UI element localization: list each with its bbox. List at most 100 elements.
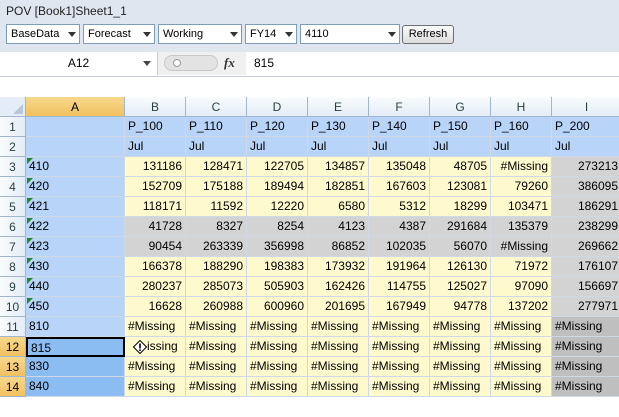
cell-c11[interactable]: #Missing: [186, 317, 247, 337]
cell-e2[interactable]: Jul: [308, 137, 369, 157]
cell-e7[interactable]: 86852: [308, 237, 369, 257]
cell-f13[interactable]: #Missing: [369, 357, 430, 377]
cell-c13[interactable]: #Missing: [186, 357, 247, 377]
cell-e8[interactable]: 173932: [308, 257, 369, 277]
cell-h5[interactable]: 103471: [491, 197, 552, 217]
cell-f4[interactable]: 167603: [369, 177, 430, 197]
column-header-e[interactable]: E: [308, 97, 369, 117]
cell-i5[interactable]: 186291: [552, 197, 619, 217]
cell-i13[interactable]: #Missing: [552, 357, 619, 377]
cell-f7[interactable]: 102035: [369, 237, 430, 257]
cell-i4[interactable]: 386095: [552, 177, 619, 197]
cell-i9[interactable]: 156697: [552, 277, 619, 297]
cell-f2[interactable]: Jul: [369, 137, 430, 157]
cell-d2[interactable]: Jul: [247, 137, 308, 157]
cell-i3[interactable]: 273213: [552, 157, 619, 177]
cell-b1[interactable]: P_100: [125, 117, 186, 137]
cell-b5[interactable]: 118171: [125, 197, 186, 217]
cell-e10[interactable]: 201695: [308, 297, 369, 317]
select-all-corner[interactable]: [0, 97, 26, 117]
cell-g1[interactable]: P_150: [430, 117, 491, 137]
cell-a7[interactable]: 423: [26, 237, 125, 257]
cell-h1[interactable]: P_160: [491, 117, 552, 137]
row-header-8[interactable]: 8: [0, 257, 26, 277]
fx-icon[interactable]: fx: [224, 55, 235, 71]
column-header-g[interactable]: G: [430, 97, 491, 117]
cell-e5[interactable]: 6580: [308, 197, 369, 217]
cell-h2[interactable]: Jul: [491, 137, 552, 157]
cell-f12[interactable]: #Missing: [369, 337, 430, 357]
row-header-1[interactable]: 1: [0, 117, 26, 137]
cell-b6[interactable]: 41728: [125, 217, 186, 237]
cell-g3[interactable]: 48705: [430, 157, 491, 177]
pov-dropdown-year[interactable]: FY14: [245, 24, 297, 44]
pov-dropdown-entity[interactable]: 4110: [300, 24, 400, 44]
cell-e11[interactable]: #Missing: [308, 317, 369, 337]
row-header-11[interactable]: 11: [0, 317, 26, 337]
cell-c9[interactable]: 285073: [186, 277, 247, 297]
cell-e4[interactable]: 182851: [308, 177, 369, 197]
cell-h13[interactable]: #Missing: [491, 357, 552, 377]
cell-h3[interactable]: #Missing: [491, 157, 552, 177]
row-header-12[interactable]: 12: [0, 337, 26, 357]
cell-a14[interactable]: 840: [26, 377, 125, 397]
cell-g10[interactable]: 94778: [430, 297, 491, 317]
cell-a5[interactable]: 421: [26, 197, 125, 217]
column-header-a[interactable]: A: [26, 97, 125, 117]
cell-f8[interactable]: 191964: [369, 257, 430, 277]
column-header-d[interactable]: D: [247, 97, 308, 117]
cell-g6[interactable]: 291684: [430, 217, 491, 237]
cell-a10[interactable]: 450: [26, 297, 125, 317]
cell-e14[interactable]: #Missing: [308, 377, 369, 397]
row-header-10[interactable]: 10: [0, 297, 26, 317]
cell-h12[interactable]: #Missing: [491, 337, 552, 357]
cell-g13[interactable]: #Missing: [430, 357, 491, 377]
cell-a1[interactable]: [26, 117, 125, 137]
cell-c8[interactable]: 188290: [186, 257, 247, 277]
cell-d7[interactable]: 356998: [247, 237, 308, 257]
cell-f11[interactable]: #Missing: [369, 317, 430, 337]
column-header-i[interactable]: I: [552, 97, 619, 117]
cell-h9[interactable]: 97090: [491, 277, 552, 297]
cell-e6[interactable]: 4123: [308, 217, 369, 237]
cell-b7[interactable]: 90454: [125, 237, 186, 257]
cell-c10[interactable]: 260988: [186, 297, 247, 317]
column-header-c[interactable]: C: [186, 97, 247, 117]
cell-a6[interactable]: 422: [26, 217, 125, 237]
cell-g9[interactable]: 125027: [430, 277, 491, 297]
cell-e12[interactable]: #Missing: [308, 337, 369, 357]
cell-f6[interactable]: 4387: [369, 217, 430, 237]
cell-h14[interactable]: #Missing: [491, 377, 552, 397]
cell-h11[interactable]: #Missing: [491, 317, 552, 337]
row-header-6[interactable]: 6: [0, 217, 26, 237]
cell-d9[interactable]: 505903: [247, 277, 308, 297]
cell-d12[interactable]: #Missing: [247, 337, 308, 357]
cell-e3[interactable]: 134857: [308, 157, 369, 177]
cell-a8[interactable]: 430: [26, 257, 125, 277]
cell-e1[interactable]: P_130: [308, 117, 369, 137]
cell-d8[interactable]: 198383: [247, 257, 308, 277]
cell-g11[interactable]: #Missing: [430, 317, 491, 337]
cell-c5[interactable]: 11592: [186, 197, 247, 217]
cell-c3[interactable]: 128471: [186, 157, 247, 177]
cell-b2[interactable]: Jul: [125, 137, 186, 157]
cell-b11[interactable]: #Missing: [125, 317, 186, 337]
cell-a11[interactable]: 810: [26, 317, 125, 337]
cell-i10[interactable]: 277971: [552, 297, 619, 317]
cell-h7[interactable]: #Missing: [491, 237, 552, 257]
column-header-f[interactable]: F: [369, 97, 430, 117]
pov-dropdown-version[interactable]: Working: [158, 24, 242, 44]
cell-d11[interactable]: #Missing: [247, 317, 308, 337]
cell-g12[interactable]: #Missing: [430, 337, 491, 357]
cell-h8[interactable]: 71972: [491, 257, 552, 277]
cell-a12[interactable]: 815: [26, 337, 125, 357]
cell-h4[interactable]: 79260: [491, 177, 552, 197]
cell-g7[interactable]: 56070: [430, 237, 491, 257]
row-header-2[interactable]: 2: [0, 137, 26, 157]
cell-i8[interactable]: 176107: [552, 257, 619, 277]
cell-a13[interactable]: 830: [26, 357, 125, 377]
cell-b3[interactable]: 131186: [125, 157, 186, 177]
cell-i14[interactable]: #Missing: [552, 377, 619, 397]
cell-i11[interactable]: #Missing: [552, 317, 619, 337]
row-header-14[interactable]: 14: [0, 377, 26, 397]
